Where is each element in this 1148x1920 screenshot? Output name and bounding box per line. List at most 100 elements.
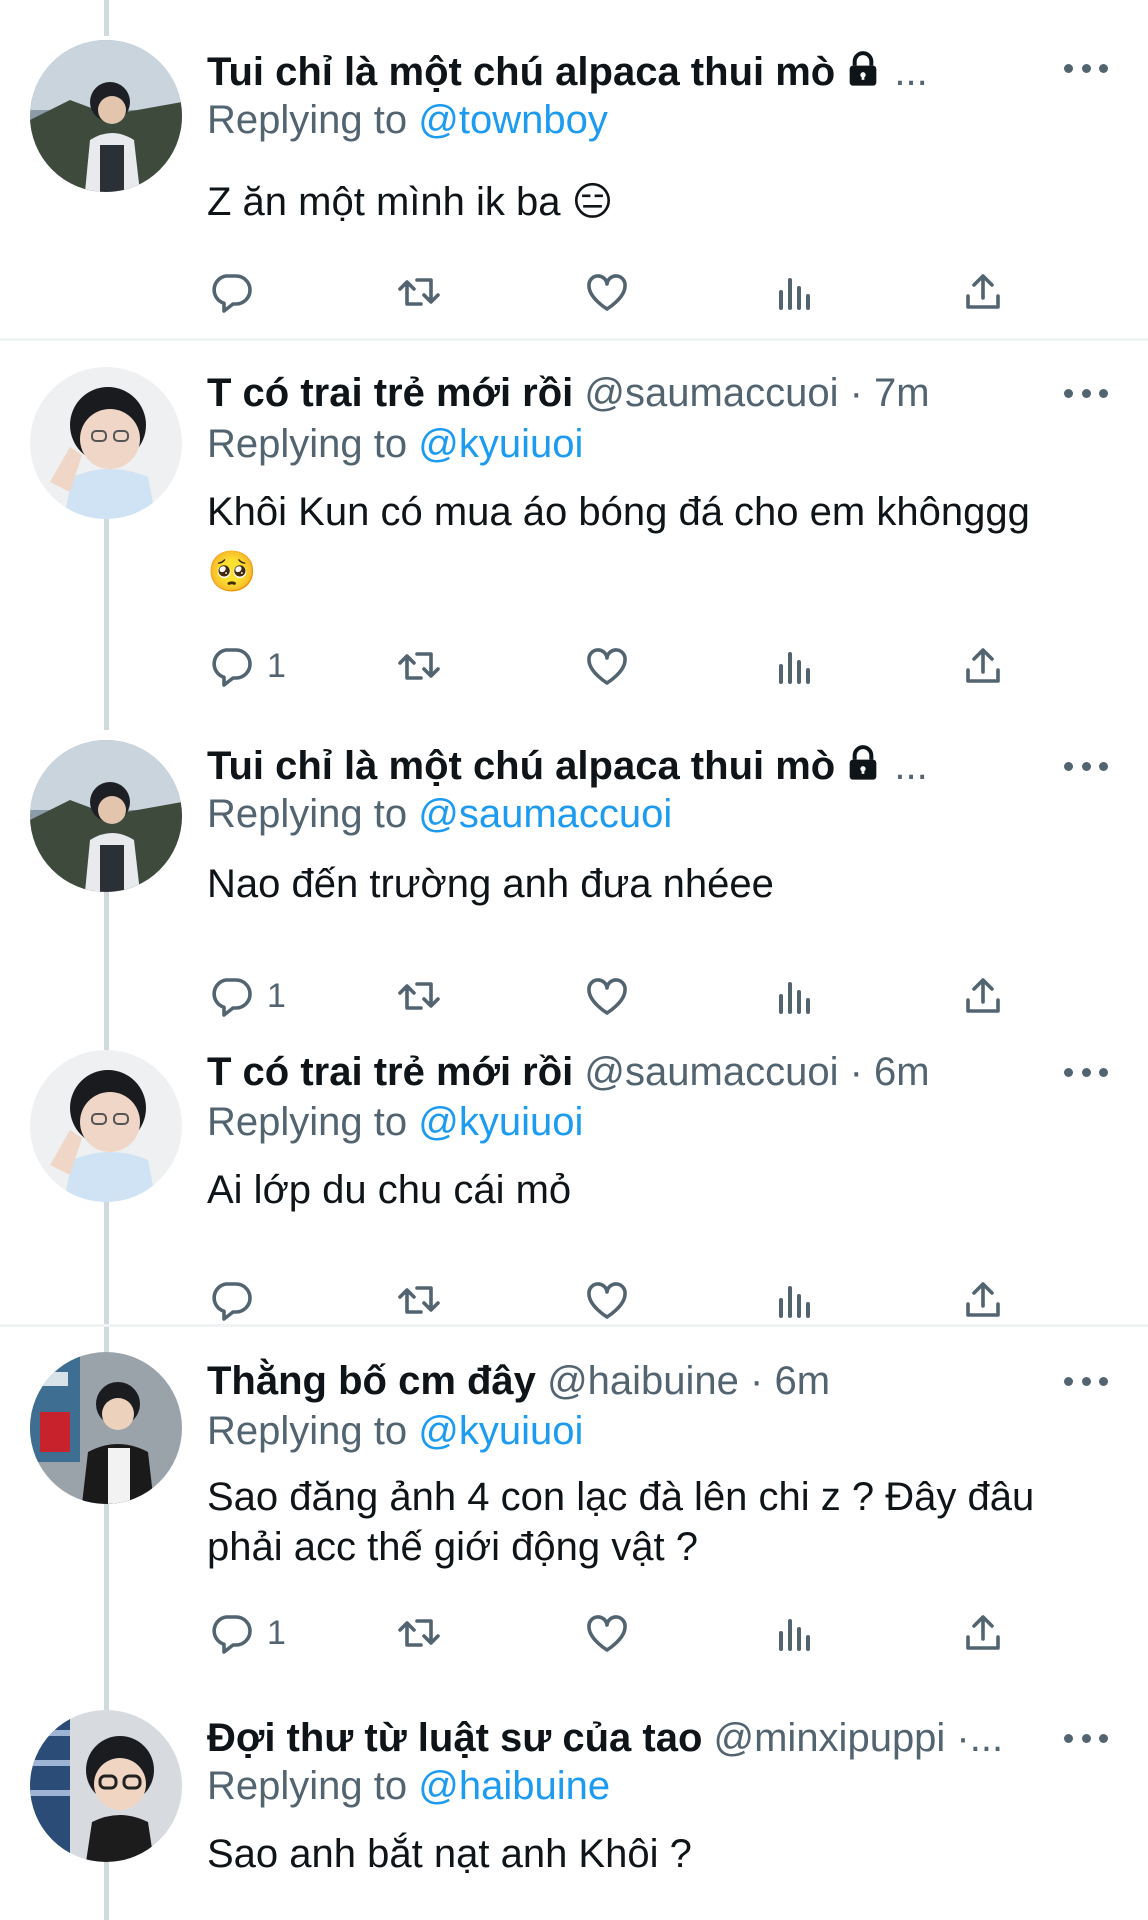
display-name[interactable]: Tui chỉ là một chú alpaca thui mò — [207, 744, 835, 788]
like-button[interactable] — [583, 642, 631, 690]
more-icon[interactable] — [1064, 1371, 1108, 1391]
retweet-button[interactable] — [395, 642, 443, 690]
retweet-icon — [395, 268, 443, 316]
tweet-text: Sao anh bắt nạt anh Khôi ? — [207, 1832, 692, 1876]
tweet-header: T có trai trẻ mới rồi @saumaccuoi · 7m — [207, 369, 1068, 417]
reply-button[interactable]: 1 — [207, 642, 286, 690]
tweet-actions: 1 — [207, 1609, 1007, 1657]
tweet[interactable]: Tui chỉ là một chú alpaca thui mò ... Re… — [0, 0, 1148, 340]
tweet-actions — [207, 268, 1007, 316]
analytics-button[interactable] — [771, 972, 819, 1020]
analytics-button[interactable] — [771, 1609, 819, 1657]
replying-to: Replying to @kyuiuoi — [207, 422, 584, 466]
display-name[interactable]: T có trai trẻ mới rồi — [207, 371, 573, 415]
mention-link[interactable]: @kyuiuoi — [418, 1409, 583, 1453]
tweet[interactable]: Thằng bố cm đây @haibuine · 6m Replying … — [0, 1327, 1148, 1700]
avatar[interactable] — [30, 1050, 182, 1202]
reply-button[interactable] — [207, 1276, 267, 1324]
tweet-emoji: 🥺 — [207, 550, 257, 594]
reply-icon — [207, 1609, 255, 1657]
like-button[interactable] — [583, 268, 631, 316]
tweet[interactable]: Đợi thư từ luật sư của tao @minxipuppi ·… — [0, 1700, 1148, 1920]
retweet-icon — [395, 1276, 443, 1324]
reply-count: 1 — [267, 646, 286, 685]
analytics-button[interactable] — [771, 642, 819, 690]
analytics-icon — [771, 268, 819, 316]
reply-button[interactable]: 1 — [207, 972, 286, 1020]
tweet-text: Ai lớp du chu cái mỏ — [207, 1168, 572, 1212]
mention-link[interactable]: @townboy — [418, 98, 608, 142]
handle-time: ... — [894, 50, 928, 94]
analytics-button[interactable] — [771, 268, 819, 316]
replying-to: Replying to @townboy — [207, 98, 608, 142]
reply-button[interactable]: 1 — [207, 1609, 286, 1657]
share-icon — [959, 268, 1007, 316]
tweet-text: Sao đăng ảnh 4 con lạc đà lên chi z ? Đâ… — [207, 1475, 1035, 1569]
like-icon — [583, 268, 631, 316]
retweet-button[interactable] — [395, 1609, 443, 1657]
handle-time: ... — [894, 744, 928, 788]
share-button[interactable] — [959, 1276, 1007, 1324]
analytics-button[interactable] — [771, 1276, 819, 1324]
more-icon[interactable] — [1064, 58, 1108, 78]
share-button[interactable] — [959, 1609, 1007, 1657]
like-icon — [583, 1276, 631, 1324]
display-name[interactable]: Đợi thư từ luật sư của tao — [207, 1716, 702, 1760]
lock-icon — [843, 743, 883, 783]
share-icon — [959, 1276, 1007, 1324]
share-button[interactable] — [959, 642, 1007, 690]
display-name[interactable]: Thằng bố cm đây — [207, 1359, 536, 1403]
analytics-icon — [771, 1609, 819, 1657]
avatar[interactable] — [30, 40, 182, 192]
retweet-button[interactable] — [395, 972, 443, 1020]
avatar[interactable] — [30, 1352, 182, 1504]
replying-to: Replying to @kyuiuoi — [207, 1409, 584, 1453]
analytics-icon — [771, 1276, 819, 1324]
more-icon[interactable] — [1064, 383, 1108, 403]
retweet-icon — [395, 972, 443, 1020]
like-icon — [583, 1609, 631, 1657]
retweet-button[interactable] — [395, 1276, 443, 1324]
tweet-header: T có trai trẻ mới rồi @saumaccuoi · 6m — [207, 1048, 1068, 1096]
tweet-text: Nao đến trường anh đưa nhéee — [207, 862, 774, 906]
reply-icon — [207, 972, 255, 1020]
avatar[interactable] — [30, 1710, 182, 1862]
reply-count: 1 — [267, 976, 286, 1015]
more-icon[interactable] — [1064, 1728, 1108, 1748]
more-icon[interactable] — [1064, 756, 1108, 776]
reply-count: 1 — [267, 1613, 286, 1652]
tweet[interactable]: T có trai trẻ mới rồi @saumaccuoi · 7m R… — [0, 341, 1148, 714]
display-name[interactable]: Tui chỉ là một chú alpaca thui mò — [207, 50, 835, 94]
share-button[interactable] — [959, 268, 1007, 316]
analytics-icon — [771, 972, 819, 1020]
handle-time: @saumaccuoi · 6m — [584, 1050, 930, 1094]
mention-link[interactable]: @saumaccuoi — [418, 792, 672, 836]
share-icon — [959, 972, 1007, 1020]
tweet[interactable]: Tui chỉ là một chú alpaca thui mò ... Re… — [0, 714, 1148, 1020]
lock-icon — [843, 49, 883, 89]
avatar[interactable] — [30, 740, 182, 892]
handle-time: @haibuine · 6m — [547, 1359, 831, 1403]
avatar[interactable] — [30, 367, 182, 519]
like-icon — [583, 642, 631, 690]
share-icon — [959, 1609, 1007, 1657]
share-button[interactable] — [959, 972, 1007, 1020]
tweet-actions — [207, 1276, 1007, 1324]
more-icon[interactable] — [1064, 1062, 1108, 1082]
retweet-button[interactable] — [395, 268, 443, 316]
mention-link[interactable]: @haibuine — [418, 1764, 610, 1808]
like-button[interactable] — [583, 1276, 631, 1324]
replying-to: Replying to @saumaccuoi — [207, 792, 673, 836]
replying-to: Replying to @haibuine — [207, 1764, 611, 1808]
tweet-header: Tui chỉ là một chú alpaca thui mò ... — [207, 48, 1068, 96]
tweet-header: Đợi thư từ luật sư của tao @minxipuppi ·… — [207, 1714, 1068, 1762]
mention-link[interactable]: @kyuiuoi — [418, 422, 583, 466]
like-button[interactable] — [583, 972, 631, 1020]
display-name[interactable]: T có trai trẻ mới rồi — [207, 1050, 573, 1094]
like-button[interactable] — [583, 1609, 631, 1657]
tweet-header: Thằng bố cm đây @haibuine · 6m — [207, 1357, 1068, 1405]
tweet-header: Tui chỉ là một chú alpaca thui mò ... — [207, 742, 1068, 790]
mention-link[interactable]: @kyuiuoi — [418, 1100, 583, 1144]
reply-button[interactable] — [207, 268, 267, 316]
tweet[interactable]: T có trai trẻ mới rồi @saumaccuoi · 6m R… — [0, 1020, 1148, 1326]
